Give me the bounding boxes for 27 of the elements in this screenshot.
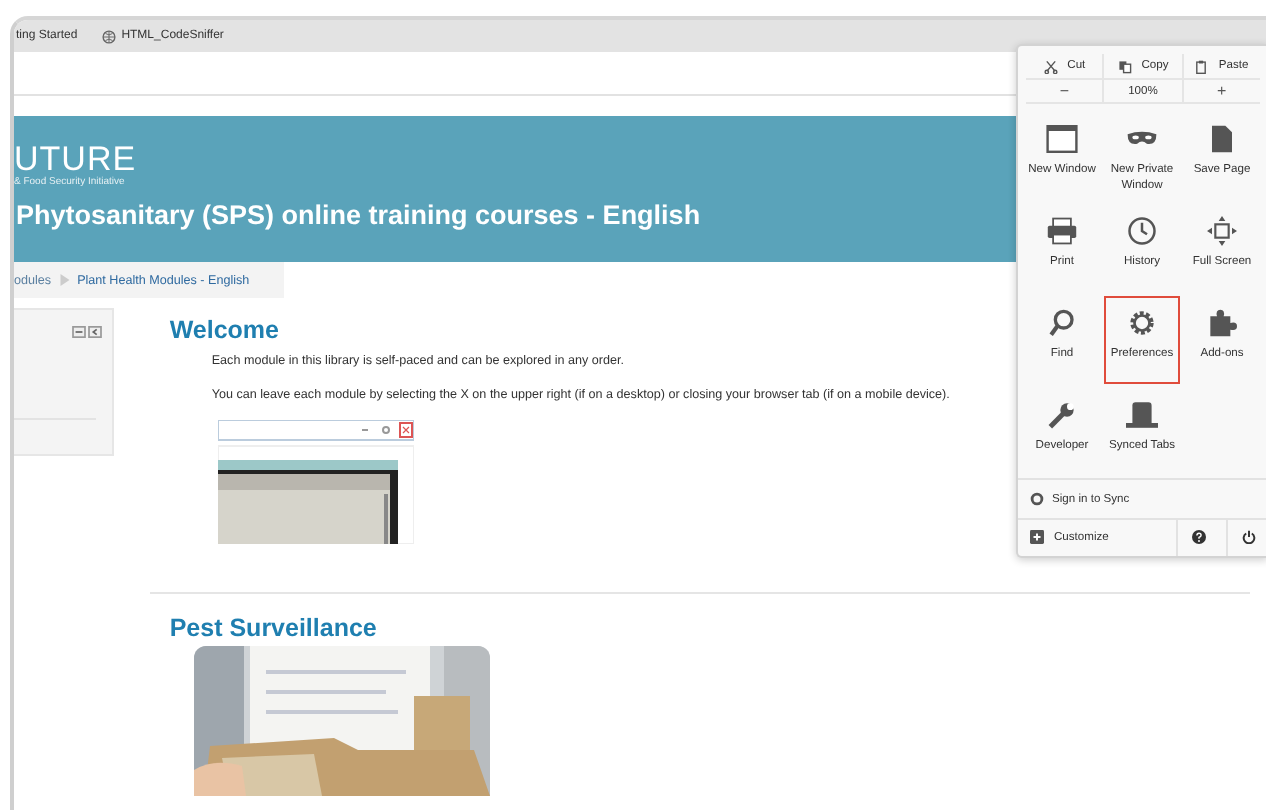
clock-icon — [1126, 215, 1158, 246]
section-heading: Welcome — [169, 316, 279, 344]
section-heading: Pest Surveillance — [169, 614, 377, 642]
window-icon — [1046, 123, 1078, 154]
zoom-in-button[interactable]: + — [1183, 80, 1260, 103]
zoom-out-button[interactable]: − — [1026, 80, 1103, 103]
clipboard-icon — [1194, 59, 1209, 74]
scissors-icon — [1043, 59, 1058, 74]
search-icon — [1046, 307, 1078, 338]
page-icon — [1206, 123, 1238, 154]
puzzle-icon — [1206, 307, 1238, 338]
dock-icon[interactable] — [87, 326, 102, 338]
site-logo: UTURE — [14, 142, 139, 176]
settings-icon — [1126, 307, 1158, 338]
globe-icon — [101, 29, 116, 43]
chevron-icon — [59, 274, 70, 286]
page-title: Phytosanitary (SPS) online training courses - English — [14, 198, 703, 234]
collapse-icon[interactable] — [71, 326, 86, 338]
power-icon — [1241, 530, 1255, 545]
wrench-icon — [1046, 399, 1078, 430]
help-icon — [1191, 530, 1205, 545]
tab-icon — [1126, 399, 1158, 430]
arrows-icon — [1206, 215, 1238, 246]
copy-icon — [1117, 59, 1132, 74]
plus-icon — [1030, 530, 1044, 545]
printer-icon — [1046, 215, 1078, 246]
sync-icon — [1030, 492, 1044, 507]
